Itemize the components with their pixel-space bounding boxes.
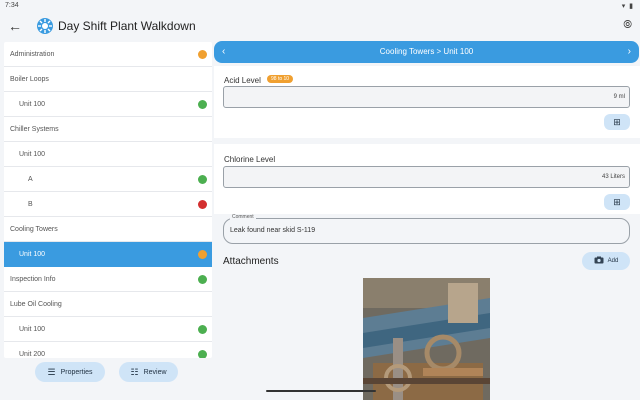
tree-item-label: Unit 100 [19,326,46,333]
tree-item[interactable]: Unit 100 [4,317,212,342]
menu-icon: ☰ [47,366,56,377]
tree-item-label: Unit 200 [19,351,46,358]
status-icons: ▾ ▮ [621,3,634,10]
tree-item[interactable]: B [4,192,212,217]
breadcrumb: ‹ Cooling Towers > Unit 100 › [214,41,639,63]
detail-panel: ‹ Cooling Towers > Unit 100 › Acid Level… [214,40,640,400]
tree-item[interactable]: Inspection Info [4,267,212,292]
tree-item[interactable]: A [4,167,212,192]
range-badge: 98 to 10 [267,75,294,83]
review-button[interactable]: ☷ Review [119,362,178,382]
add-comment-icon: ⊞ [613,117,621,127]
status-time: 7:34 [5,2,19,9]
tree-item[interactable]: Boiler Loops [4,67,212,92]
tree-item-label: B [28,201,33,208]
camera-icon [594,256,604,266]
acid-level-section: Acid Level 98 to 10 9 ml ⊞ [214,66,640,138]
attachment-photo[interactable] [363,278,490,400]
breadcrumb-text: Cooling Towers > Unit 100 [379,47,474,56]
chevron-right-icon[interactable]: › [628,46,631,57]
tree-item-label: Boiler Loops [10,76,49,83]
add-note-button[interactable]: ⊞ [604,114,630,130]
tree-item-label: Administration [10,51,55,58]
chlorine-level-value: 43 Liters [601,174,625,180]
tree-item-label: Lube Oil Cooling [10,301,62,308]
acid-level-label: Acid Level [224,76,261,85]
asset-tree: Administration Boiler Loops Unit 100 Chille… [4,42,212,358]
chlorine-level-label: Chlorine Level [224,155,276,164]
app-bar: ← Day Shift Plant Walkdown ⦾ [0,12,640,40]
add-attachment-button[interactable]: Add [582,252,630,270]
add-note-button-2[interactable]: ⊞ [604,194,630,210]
status-dot-icon [198,325,207,334]
tree-item-label: Chiller Systems [10,126,59,133]
tree-item-label: Cooling Towers [10,226,58,233]
comment-legend: Comment [230,214,256,220]
status-dot-icon [198,350,207,358]
back-arrow-icon[interactable]: ← [8,18,22,34]
chlorine-level-field[interactable]: 43 Liters [223,166,630,188]
tree-item[interactable]: Administration [4,42,212,67]
tree-item[interactable]: Unit 200 [4,342,212,358]
properties-button[interactable]: ☰ Properties [35,362,105,382]
tree-item[interactable]: Unit 100 [4,92,212,117]
status-bar: 7:34 ▾ ▮ [0,0,640,12]
acid-level-field[interactable]: 9 ml [223,86,630,108]
page-title: Day Shift Plant Walkdown [58,19,196,33]
status-dot-icon [198,175,207,184]
add-comment-icon: ⊞ [613,197,621,207]
tree-item-label: A [28,176,33,183]
status-dot-icon [198,250,207,259]
tree-item-label: Unit 100 [19,251,46,258]
tree-item-label: Inspection Info [10,276,56,283]
attachments-heading: Attachments [223,256,279,267]
tree-item[interactable]: Chiller Systems [4,117,212,142]
left-button-bar: ☰ Properties ☷ Review [0,360,216,386]
status-dot-icon [198,275,207,284]
checklist-icon: ☷ [130,366,139,377]
tree-item[interactable]: Unit 100 [4,142,212,167]
tree-item[interactable]: Lube Oil Cooling [4,292,212,317]
tree-item[interactable]: Unit 100 [4,242,212,267]
tree-item-label: Unit 100 [19,151,46,158]
comment-text: Leak found near skid S-119 [230,227,316,234]
chlorine-level-section: Chlorine Level 43 Liters ⊞ [214,144,640,214]
broadcast-icon[interactable]: ⦾ [623,19,632,32]
status-dot-icon [198,200,207,209]
add-label: Add [607,258,619,264]
review-label: Review [143,368,167,376]
status-dot-icon [198,100,207,109]
tree-item-label: Unit 100 [19,101,46,108]
properties-label: Properties [60,368,93,376]
acid-level-value: 9 ml [613,94,625,100]
home-indicator [266,390,376,392]
status-dot-icon [198,50,207,59]
comment-field[interactable]: Comment Leak found near skid S-119 [223,214,630,244]
tree-item[interactable]: Cooling Towers [4,217,212,242]
app-logo-icon [37,18,53,34]
